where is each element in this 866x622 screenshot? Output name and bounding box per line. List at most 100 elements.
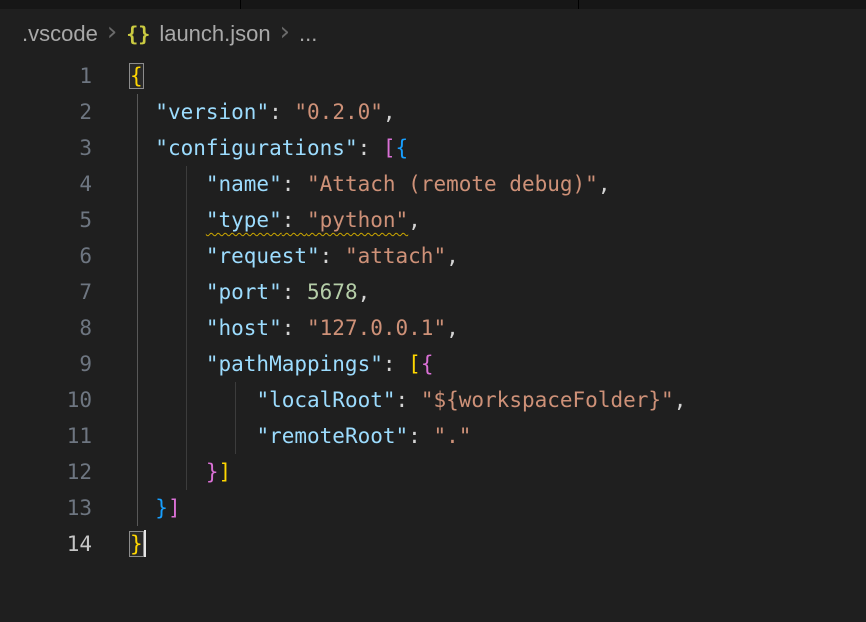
code-token: : xyxy=(282,316,307,340)
editor[interactable]: 1{2 "version": "0.2.0",3 "configurations… xyxy=(0,58,866,562)
code-line[interactable]: 2 "version": "0.2.0", xyxy=(0,94,866,130)
code-token xyxy=(130,244,206,268)
line-number[interactable]: 9 xyxy=(0,346,92,382)
code-line[interactable]: 7 "port": 5678, xyxy=(0,274,866,310)
breadcrumb: .vscode › {} launch.json › ... xyxy=(0,9,866,58)
code-token: ] xyxy=(219,460,232,484)
code-token: ] xyxy=(168,496,181,520)
code-token: 5678 xyxy=(307,280,358,304)
code-token: "." xyxy=(433,424,471,448)
json-file-icon: {} xyxy=(126,22,150,46)
chevron-right-icon: › xyxy=(107,19,117,45)
line-number[interactable]: 4 xyxy=(0,166,92,202)
indent-guide xyxy=(186,166,187,490)
code-content: }] xyxy=(92,454,231,490)
code-token: "${workspaceFolder}" xyxy=(421,388,674,412)
code-token: "attach" xyxy=(345,244,446,268)
code-content: "localRoot": "${workspaceFolder}", xyxy=(92,382,686,418)
code-line[interactable]: 14} xyxy=(0,526,866,562)
line-number[interactable]: 7 xyxy=(0,274,92,310)
code-token: "remoteRoot" xyxy=(256,424,408,448)
code-content: "type": "python", xyxy=(92,202,421,238)
code-token: "host" xyxy=(206,316,282,340)
code-line[interactable]: 8 "host": "127.0.0.1", xyxy=(0,310,866,346)
line-number[interactable]: 2 xyxy=(0,94,92,130)
code-token: : xyxy=(408,424,433,448)
code-token: : xyxy=(320,244,345,268)
code-content: "name": "Attach (remote debug)", xyxy=(92,166,610,202)
code-token: : xyxy=(282,280,307,304)
code-line[interactable]: 3 "configurations": [{ xyxy=(0,130,866,166)
matched-bracket: { xyxy=(130,64,143,88)
code-token: [ xyxy=(408,352,421,376)
code-token xyxy=(130,100,155,124)
code-token: "port" xyxy=(206,280,282,304)
code-token xyxy=(130,352,206,376)
code-token: : xyxy=(396,388,421,412)
code-token xyxy=(130,172,206,196)
code-token: , xyxy=(358,280,371,304)
code-token: : xyxy=(358,136,383,160)
code-token xyxy=(130,460,206,484)
tab-divider xyxy=(240,0,241,9)
line-number[interactable]: 6 xyxy=(0,238,92,274)
code-token xyxy=(130,316,206,340)
line-number[interactable]: 12 xyxy=(0,454,92,490)
line-number[interactable]: 13 xyxy=(0,490,92,526)
code-content: "host": "127.0.0.1", xyxy=(92,310,459,346)
line-number[interactable]: 1 xyxy=(0,58,92,94)
tab-divider xyxy=(578,0,579,9)
code-token: : xyxy=(383,352,408,376)
code-token: , xyxy=(598,172,611,196)
code-content: "port": 5678, xyxy=(92,274,370,310)
breadcrumb-folder[interactable]: .vscode xyxy=(22,21,98,47)
code-token: "python" xyxy=(307,208,408,232)
code-line[interactable]: 1{ xyxy=(0,58,866,94)
code-token: "version" xyxy=(155,100,269,124)
code-token: : xyxy=(269,100,294,124)
code-token: } xyxy=(206,460,219,484)
line-number[interactable]: 8 xyxy=(0,310,92,346)
matched-bracket: } xyxy=(130,532,143,556)
code-token: , xyxy=(674,388,687,412)
line-number[interactable]: 3 xyxy=(0,130,92,166)
tab-bar-edge xyxy=(0,0,866,9)
code-token: "configurations" xyxy=(155,136,357,160)
code-line[interactable]: 6 "request": "attach", xyxy=(0,238,866,274)
code-token xyxy=(130,280,206,304)
code-token: [ xyxy=(383,136,396,160)
code-content: "request": "attach", xyxy=(92,238,459,274)
line-number[interactable]: 5 xyxy=(0,202,92,238)
code-lines: 1{2 "version": "0.2.0",3 "configurations… xyxy=(0,58,866,562)
code-content: "configurations": [{ xyxy=(92,130,408,166)
code-content: "pathMappings": [{ xyxy=(92,346,433,382)
code-token: "localRoot" xyxy=(256,388,395,412)
code-token: "request" xyxy=(206,244,320,268)
code-line[interactable]: 11 "remoteRoot": "." xyxy=(0,418,866,454)
breadcrumb-symbol-more[interactable]: ... xyxy=(299,21,317,47)
code-token: "0.2.0" xyxy=(294,100,383,124)
code-token: , xyxy=(446,316,459,340)
code-token xyxy=(130,136,155,160)
code-token: } xyxy=(155,496,168,520)
line-number[interactable]: 10 xyxy=(0,382,92,418)
code-token xyxy=(130,208,206,232)
code-token: "Attach (remote debug)" xyxy=(307,172,598,196)
breadcrumb-file[interactable]: launch.json xyxy=(159,21,270,47)
indent-guide xyxy=(235,382,236,454)
code-content: } xyxy=(92,526,146,562)
code-line[interactable]: 9 "pathMappings": [{ xyxy=(0,346,866,382)
code-token: : xyxy=(282,172,307,196)
code-line[interactable]: 10 "localRoot": "${workspaceFolder}", xyxy=(0,382,866,418)
code-line[interactable]: 4 "name": "Attach (remote debug)", xyxy=(0,166,866,202)
code-token: , xyxy=(383,100,396,124)
line-number[interactable]: 14 xyxy=(0,526,92,562)
code-token: { xyxy=(421,352,434,376)
code-line[interactable]: 13 }] xyxy=(0,490,866,526)
code-line[interactable]: 5 "type": "python", xyxy=(0,202,866,238)
code-token xyxy=(130,424,256,448)
code-token: : xyxy=(282,208,307,232)
text-cursor xyxy=(144,530,146,557)
code-line[interactable]: 12 }] xyxy=(0,454,866,490)
line-number[interactable]: 11 xyxy=(0,418,92,454)
